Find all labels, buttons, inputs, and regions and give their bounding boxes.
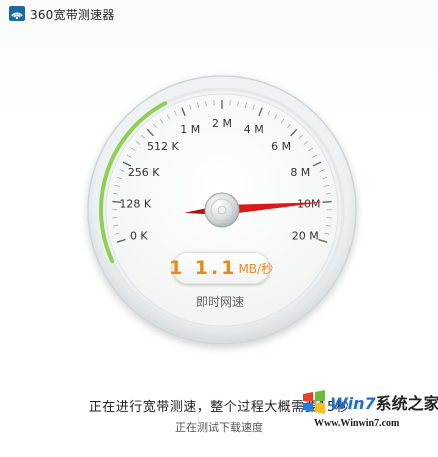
watermark-brand: Win7系统之家 xyxy=(330,390,438,414)
tick-label: 6 M xyxy=(271,140,291,153)
speed-value: 1 1.1 xyxy=(168,257,238,279)
speed-caption: 即时网速 xyxy=(195,295,244,309)
tick-label: 2 M xyxy=(212,117,232,130)
speedtest-window: 360宽带测速器 0 K 128 K 256 K 512 K 1 M 2 M 4… xyxy=(0,0,438,457)
windows-logo-icon xyxy=(303,390,325,414)
tick-label: 512 K xyxy=(147,140,179,153)
tick-label: 128 K xyxy=(119,197,151,210)
tick-label: 0 K xyxy=(130,229,148,242)
tick-label: 4 M xyxy=(244,123,264,136)
major-tick xyxy=(322,200,332,203)
tick-label: 1 M xyxy=(180,123,200,136)
watermark-url: Www.Winwin7.com xyxy=(314,418,400,429)
watermark-brand-win7: Win7 xyxy=(330,394,376,413)
tick-label: 256 K xyxy=(128,166,160,179)
watermark-brand-suffix: 系统之家 xyxy=(375,394,438,413)
watermark: Win7系统之家 Www.Winwin7.com xyxy=(300,384,438,454)
tick-label: 20 M xyxy=(292,229,319,242)
speed-readout: 1 1.1 MB/秒 xyxy=(168,252,274,284)
speed-unit: MB/秒 xyxy=(238,261,274,276)
tick-label: 8 M xyxy=(290,166,310,179)
